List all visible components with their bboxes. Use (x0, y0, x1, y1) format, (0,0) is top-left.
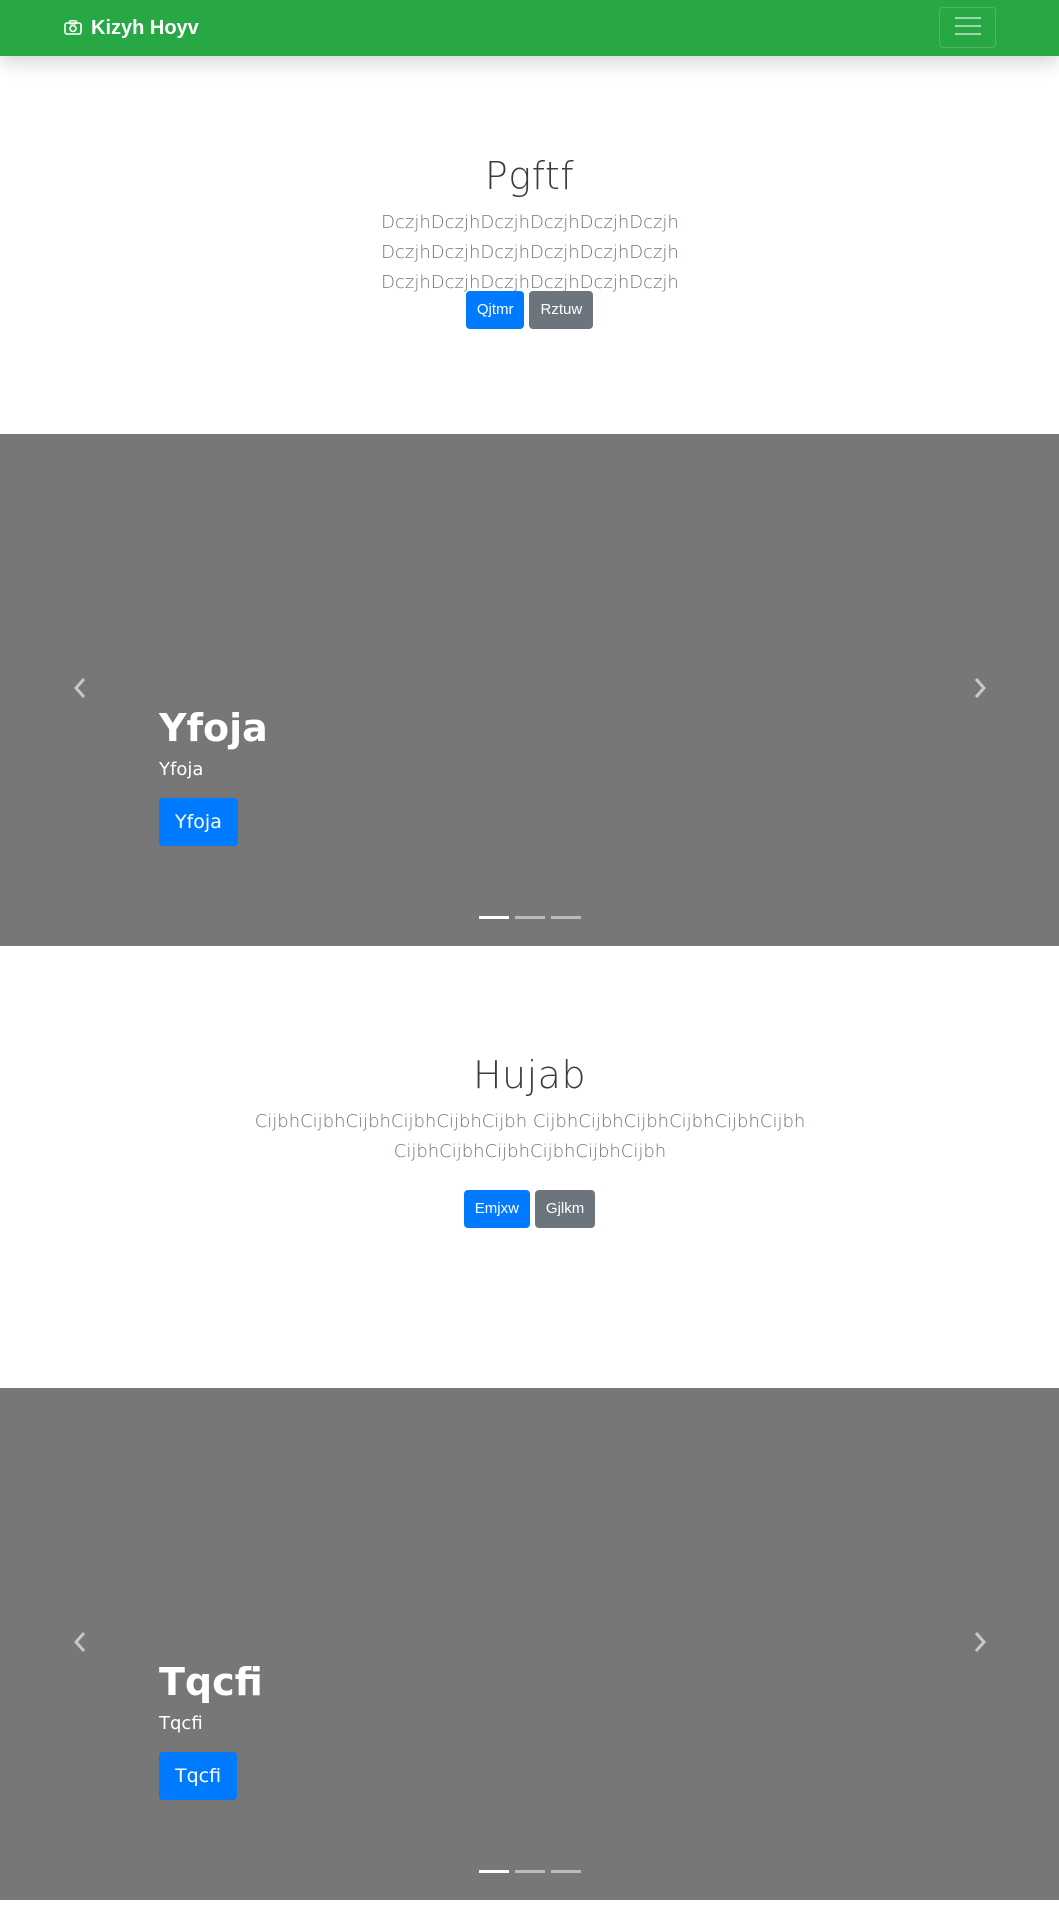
carousel-caption: Tqcfi Tqcfi Tqcfi (159, 1658, 859, 1800)
carousel-indicator[interactable] (550, 1870, 581, 1873)
carousel-1: Yfoja Yfoja Yfoja (0, 434, 1059, 946)
carousel-indicators (0, 1870, 1059, 1873)
section-lead: CijbhCijbhCijbhCijbhCijbhCijbh CijbhCijb… (230, 1107, 830, 1167)
carousel-prev-button[interactable] (0, 434, 159, 946)
section-lead-line: CijbhCijbhCijbhCijbhCijbhCijbh (393, 1141, 667, 1162)
carousel-indicator[interactable] (478, 1870, 509, 1873)
hamburger-icon (954, 16, 981, 39)
carousel-caption-title: Tqcfi (159, 1660, 263, 1704)
carousel-prev-button[interactable] (0, 1388, 159, 1900)
jumbotron-section-1: Pgftf DczjhDczjhDczjhDczjhDczjhDczjh Dcz… (0, 56, 1059, 434)
chevron-left-icon (73, 1631, 87, 1658)
section-lead-line: DczjhDczjhDczjhDczjhDczjhDczjh DczjhDczj… (381, 212, 679, 263)
carousel-indicators (0, 916, 1059, 919)
carousel-caption-button[interactable]: Yfoja (159, 798, 238, 846)
secondary-button[interactable]: Rztuw (529, 291, 594, 329)
carousel-indicator[interactable] (550, 916, 581, 919)
navbar-toggler-button[interactable] (939, 7, 996, 48)
section-button-row: Emjxw Gjlkm (0, 1190, 1059, 1228)
carousel-indicator[interactable] (478, 916, 509, 919)
carousel-caption-text: Tqcfi (159, 1713, 203, 1734)
jumbotron-section-2: Hujab CijbhCijbhCijbhCijbhCijbhCijbh Cij… (0, 946, 1059, 1388)
carousel-indicator[interactable] (514, 1870, 545, 1873)
chevron-left-icon (73, 677, 87, 704)
carousel-caption: Yfoja Yfoja Yfoja (159, 704, 859, 846)
carousel-2: Tqcfi Tqcfi Tqcfi (0, 1388, 1059, 1900)
carousel-caption-text: Yfoja (159, 759, 204, 780)
carousel-indicator[interactable] (514, 916, 545, 919)
section-title: Hujab (472, 1053, 587, 1097)
carousel-caption-button[interactable]: Tqcfi (159, 1752, 238, 1800)
section-button-row: Qjtmr Rztuw (0, 291, 1059, 329)
brand-name: Kizyh Hoyv (91, 17, 199, 39)
carousel-caption-title: Yfoja (159, 706, 268, 750)
primary-button[interactable]: Qjtmr (465, 291, 525, 329)
chevron-right-icon (973, 1631, 987, 1658)
secondary-button[interactable]: Gjlkm (534, 1190, 596, 1228)
primary-button[interactable]: Emjxw (463, 1190, 530, 1228)
chevron-right-icon (973, 677, 987, 704)
navbar: Kizyh Hoyv (0, 0, 1059, 56)
carousel-next-button[interactable] (900, 434, 1059, 946)
section-title: Pgftf (484, 154, 575, 198)
camera-icon (63, 18, 83, 38)
section-lead-line: CijbhCijbhCijbhCijbhCijbhCijbh CijbhCijb… (254, 1111, 806, 1132)
brand-link[interactable]: Kizyh Hoyv (63, 14, 199, 42)
section-lead: DczjhDczjhDczjhDczjhDczjhDczjh DczjhDczj… (230, 208, 830, 298)
carousel-next-button[interactable] (900, 1388, 1059, 1900)
